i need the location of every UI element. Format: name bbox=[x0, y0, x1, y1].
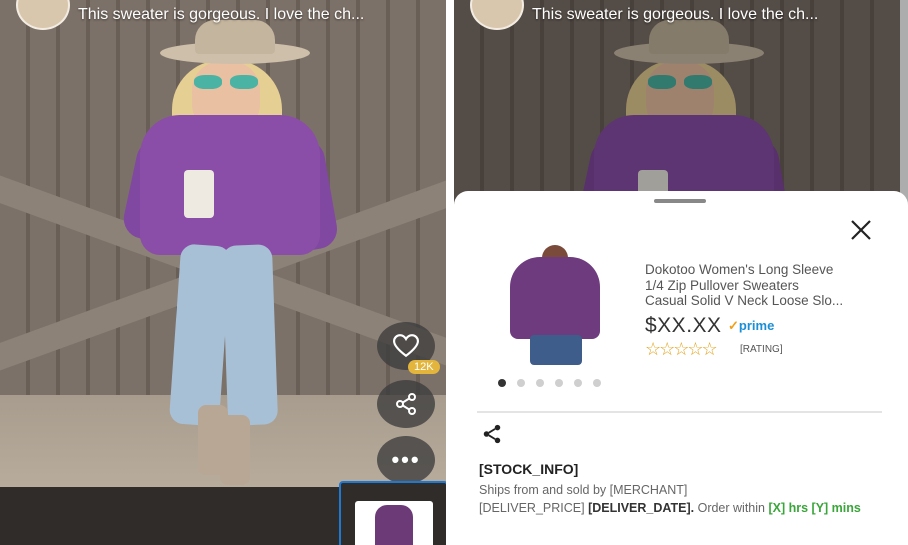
close-button[interactable] bbox=[848, 217, 874, 243]
like-count-badge: 12K bbox=[408, 360, 440, 374]
section-divider bbox=[477, 411, 882, 413]
more-button[interactable]: ••• bbox=[377, 436, 435, 484]
rating-stars[interactable]: ☆☆☆☆☆ bbox=[645, 339, 718, 360]
carousel-dot[interactable] bbox=[498, 379, 506, 387]
product-image[interactable] bbox=[506, 243, 606, 367]
share-icon bbox=[483, 424, 501, 444]
carousel-dot[interactable] bbox=[593, 379, 601, 387]
carousel-dot[interactable] bbox=[517, 379, 525, 387]
model-figure bbox=[100, 20, 380, 485]
sheet-drag-handle[interactable] bbox=[654, 199, 706, 203]
delivery-info: [DELIVER_PRICE] [DELIVER_DATE]. Order wi… bbox=[479, 501, 861, 515]
product-title[interactable]: Dokotoo Women's Long Sleeve 1/4 Zip Pull… bbox=[645, 262, 885, 309]
product-sheet: Dokotoo Women's Long Sleeve 1/4 Zip Pull… bbox=[454, 191, 908, 545]
heart-icon bbox=[393, 334, 419, 358]
share-button[interactable] bbox=[377, 380, 435, 428]
more-icon: ••• bbox=[391, 447, 421, 472]
product-thumbnail[interactable] bbox=[339, 481, 446, 545]
image-carousel-dots[interactable] bbox=[498, 379, 601, 387]
product-panel: This sweater is gorgeous. I love the ch.… bbox=[454, 0, 908, 545]
post-caption[interactable]: This sweater is gorgeous. I love the ch.… bbox=[78, 6, 364, 24]
product-price: $XX.XX bbox=[645, 314, 722, 337]
sheet-share-button[interactable] bbox=[481, 423, 505, 447]
carousel-dot[interactable] bbox=[536, 379, 544, 387]
ships-from-text: Ships from and sold by [MERCHANT] bbox=[479, 483, 688, 497]
feed-panel: This sweater is gorgeous. I love the ch.… bbox=[0, 0, 446, 545]
prime-check-icon: ✓ bbox=[728, 318, 739, 333]
share-icon bbox=[396, 393, 416, 415]
rating-text: [RATING] bbox=[740, 344, 783, 355]
prime-badge: ✓prime bbox=[728, 318, 775, 333]
close-icon bbox=[851, 220, 871, 240]
carousel-dot[interactable] bbox=[555, 379, 563, 387]
panel-divider bbox=[446, 0, 454, 545]
carousel-dot[interactable] bbox=[574, 379, 582, 387]
thumbnail-sweater-image bbox=[375, 505, 413, 545]
post-caption: This sweater is gorgeous. I love the ch.… bbox=[532, 6, 819, 23]
stock-info: [STOCK_INFO] bbox=[479, 461, 579, 477]
